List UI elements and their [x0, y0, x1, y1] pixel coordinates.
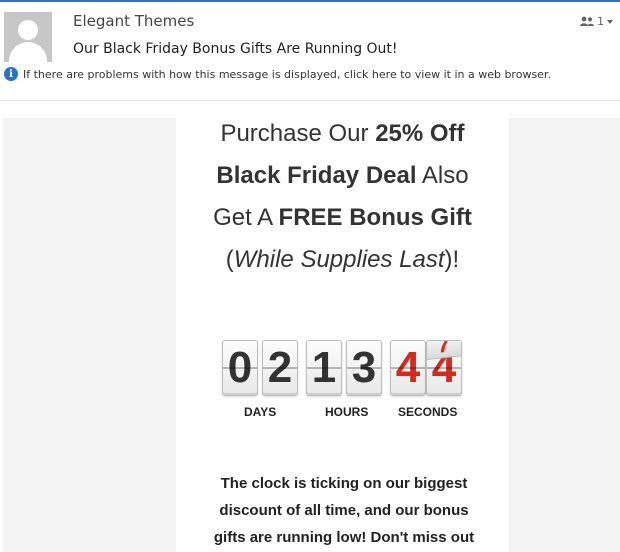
- info-icon: i: [4, 67, 18, 81]
- flip-digit: 7: [437, 340, 451, 359]
- display-notice[interactable]: i If there are problems with how this me…: [4, 67, 551, 81]
- message-header: Elegant Themes Our Black Friday Bonus Gi…: [0, 2, 620, 100]
- hours-digit-2: 3: [346, 340, 382, 396]
- seconds-digit-2: 4 7: [426, 340, 462, 396]
- seconds-digit-1: 4: [390, 340, 426, 396]
- headline-line-2: Black Friday Deal Also: [216, 162, 469, 189]
- days-label: DAYS: [244, 405, 277, 419]
- recipients-button[interactable]: 1: [580, 15, 613, 28]
- headline-line-1: Purchase Our 25% Off: [220, 120, 465, 147]
- promo-body: The clock is ticking on our biggest disc…: [196, 470, 492, 551]
- body-line-2: discount of all time, and our bonus: [219, 502, 469, 519]
- sender-avatar[interactable]: [4, 12, 52, 62]
- hours-digit-1: 1: [306, 340, 342, 396]
- headline-line-4: (While Supplies Last)!: [225, 246, 460, 273]
- display-notice-text[interactable]: If there are problems with how this mess…: [23, 68, 551, 81]
- days-digit-1: 0: [222, 340, 258, 396]
- body-line-3: gifts are running low! Don't miss out: [213, 529, 475, 546]
- avatar-body: [9, 42, 47, 62]
- body-line-1: The clock is ticking on our biggest: [220, 475, 468, 492]
- sender-name[interactable]: Elegant Themes: [73, 12, 194, 30]
- header-divider: [0, 100, 620, 101]
- promo-headline: Purchase Our 25% Off Black Friday Deal A…: [176, 113, 509, 281]
- seconds-label: SECONDS: [398, 405, 458, 419]
- days-digit-2: 2: [262, 340, 298, 396]
- countdown-timer: 0 2 1 3 4 4 7: [222, 340, 462, 400]
- hours-label: HOURS: [325, 405, 369, 419]
- headline-line-3: Get A FREE Bonus Gift: [213, 204, 472, 231]
- message-subject: Our Black Friday Bonus Gifts Are Running…: [73, 41, 398, 57]
- people-icon: [580, 16, 594, 27]
- avatar-head: [18, 20, 38, 40]
- chevron-down-icon: [607, 19, 613, 24]
- recipients-count: 1: [597, 15, 604, 28]
